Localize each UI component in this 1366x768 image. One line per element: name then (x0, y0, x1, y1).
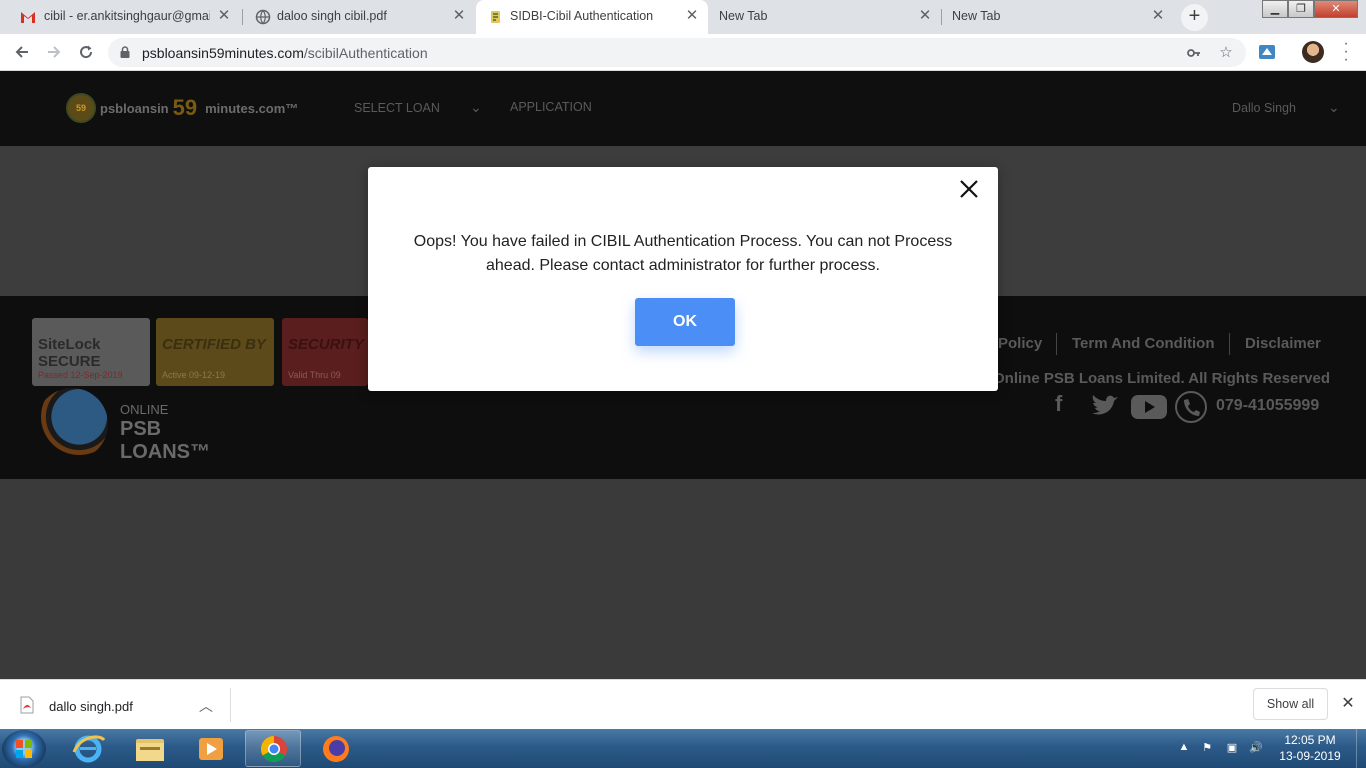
site-logo[interactable]: 59 psbloansin 59 minutes.com™ (66, 93, 298, 123)
logo-text-left: psbloansin (100, 100, 169, 116)
dialog-message: Oops! You have failed in CIBIL Authentic… (413, 233, 953, 274)
profile-avatar[interactable] (1302, 41, 1324, 63)
youtube-icon[interactable] (1130, 393, 1168, 421)
tray-expand-icon[interactable]: ▲ (1176, 741, 1192, 757)
footer-copyright: Online PSB Loans Limited. All Rights Res… (993, 370, 1331, 387)
internet-explorer-icon[interactable] (60, 730, 116, 767)
shelf-separator (230, 688, 231, 722)
new-tab-button[interactable]: + (1181, 4, 1208, 31)
seal-title: SiteLock SECURE (38, 336, 101, 370)
sitelock-seal[interactable]: SiteLock SECURE Passed 12-Sep-2019 (32, 318, 150, 386)
back-icon[interactable] (9, 39, 35, 65)
bookmark-star-icon[interactable]: ☆ (1216, 43, 1236, 63)
window-controls: ▁ ❐ ✕ (1262, 0, 1358, 18)
network-icon[interactable]: ▣ (1224, 741, 1240, 757)
footer-separator (1229, 333, 1230, 355)
logo-text-right: minutes.com™ (205, 100, 299, 116)
tab-close-icon[interactable]: ✕ (915, 6, 935, 26)
footer-link-terms[interactable]: Term And Condition (1072, 335, 1214, 352)
error-dialog: Oops! You have failed in CIBIL Authentic… (368, 167, 998, 391)
file-explorer-icon[interactable] (122, 730, 178, 767)
url-text: psbloansin59minutes.com/scibilAuthentica… (142, 45, 428, 61)
tab-title: SIDBI-Cibil Authentication (510, 9, 654, 23)
seal-title: SECURITY SCANNED (288, 336, 368, 353)
nav-application[interactable]: APPLICATION (510, 100, 592, 114)
chrome-taskbar-icon[interactable] (245, 730, 301, 767)
tab-title: New Tab (952, 9, 1001, 23)
user-menu-chevron-icon[interactable]: ⌄ (1328, 99, 1340, 116)
tab-title: New Tab (719, 9, 768, 23)
tab-close-icon[interactable]: ✕ (449, 6, 469, 26)
tab-sidbi-cibil[interactable]: SIDBI-Cibil Authentication ✕ (476, 0, 708, 34)
facebook-icon[interactable]: f (1055, 391, 1062, 417)
tab-title: cibil - er.ankitsinghgaur@gmail. (44, 9, 210, 23)
gmail-icon (21, 12, 35, 23)
reload-icon[interactable] (73, 39, 99, 65)
window-close-button[interactable]: ✕ (1314, 0, 1358, 18)
tab-close-icon[interactable]: ✕ (214, 6, 234, 26)
seal-title: CERTIFIED BY (162, 336, 266, 353)
media-player-icon[interactable] (183, 730, 239, 767)
browser-menu-icon[interactable]: · · · (1336, 36, 1356, 68)
logo-line2: PSB LOANS™ (120, 418, 210, 463)
volume-icon[interactable]: 🔊 (1248, 741, 1264, 757)
seal-date: Valid Thru 09 (288, 370, 341, 380)
certified-seal[interactable]: CERTIFIED BY Active 09-12-19 (156, 318, 274, 386)
chevron-up-icon[interactable]: ︿ (199, 696, 213, 716)
maximize-button[interactable]: ❐ (1288, 0, 1314, 18)
logo-number: 59 (172, 95, 198, 120)
logo-line1: ONLINE (120, 402, 169, 417)
tab-pdf[interactable]: daloo singh cibil.pdf ✕ (243, 0, 475, 34)
system-clock[interactable]: 12:05 PM 13-09-2019 (1274, 732, 1346, 764)
action-center-flag-icon[interactable]: ⚑ (1199, 741, 1215, 757)
site-favicon-icon (491, 11, 500, 23)
ok-button[interactable]: OK (635, 298, 735, 346)
nav-select-loan[interactable]: SELECT LOAN (354, 101, 440, 115)
footer-phone[interactable]: 079-41055999 (1216, 397, 1319, 415)
url-path: /scibilAuthentication (303, 45, 428, 61)
globe-icon (255, 9, 271, 25)
download-item-name[interactable]: dallo singh.pdf (49, 699, 133, 714)
tab-new-1[interactable]: New Tab ✕ (709, 0, 941, 34)
start-button[interactable] (2, 730, 46, 768)
seal-date: Passed 12-Sep-2019 (38, 370, 123, 380)
footer-link-policy[interactable]: Policy (998, 335, 1042, 352)
extension-icon[interactable] (1257, 42, 1277, 62)
page-viewport: 59 psbloansin 59 minutes.com™ SELECT LOA… (0, 71, 1366, 679)
address-bar[interactable]: psbloansin59minutes.com/scibilAuthentica… (108, 38, 1246, 67)
clock-time: 12:05 PM (1284, 733, 1336, 747)
globe-logo-icon (36, 388, 108, 460)
phone-icon (1175, 391, 1207, 423)
download-shelf: dallo singh.pdf ︿ Show all ✕ (0, 679, 1366, 729)
firefox-icon[interactable] (308, 730, 364, 767)
site-header: 59 psbloansin 59 minutes.com™ SELECT LOA… (0, 71, 1366, 146)
seal-date: Active 09-12-19 (162, 370, 226, 380)
tab-close-icon[interactable]: ✕ (1148, 6, 1168, 26)
clock-date: 13-09-2019 (1279, 749, 1341, 763)
footer-link-disclaimer[interactable]: Disclaimer (1245, 335, 1321, 352)
tab-title: daloo singh cibil.pdf (277, 9, 387, 23)
twitter-icon[interactable] (1090, 393, 1120, 419)
url-host: psbloansin59minutes.com (142, 45, 304, 61)
footer-separator (1056, 333, 1057, 355)
pdf-file-icon (20, 696, 34, 714)
show-all-button[interactable]: Show all (1253, 688, 1328, 720)
user-name[interactable]: Dallo Singh (1232, 101, 1296, 115)
tab-new-2[interactable]: New Tab ✕ (942, 0, 1174, 34)
show-desktop-button[interactable] (1356, 729, 1366, 768)
key-icon[interactable] (1184, 43, 1204, 63)
forward-icon[interactable] (41, 39, 67, 65)
logo-badge: 59 (66, 93, 96, 123)
windows-taskbar: ▲ ⚑ ▣ 🔊 12:05 PM 13-09-2019 (0, 729, 1366, 768)
tab-gmail[interactable]: cibil - er.ankitsinghgaur@gmail. ✕ (8, 0, 240, 34)
tab-close-icon[interactable]: ✕ (682, 6, 702, 26)
security-scanned-seal[interactable]: SECURITY SCANNED Valid Thru 09 (282, 318, 368, 386)
browser-tab-strip: cibil - er.ankitsinghgaur@gmail. ✕ daloo… (0, 0, 1366, 34)
chevron-down-icon[interactable]: ⌄ (470, 99, 482, 116)
browser-toolbar: psbloansin59minutes.com/scibilAuthentica… (0, 34, 1366, 71)
minimize-button[interactable]: ▁ (1262, 0, 1288, 18)
close-icon[interactable] (956, 176, 982, 202)
close-shelf-icon[interactable]: ✕ (1338, 694, 1358, 714)
lock-icon (120, 46, 130, 58)
